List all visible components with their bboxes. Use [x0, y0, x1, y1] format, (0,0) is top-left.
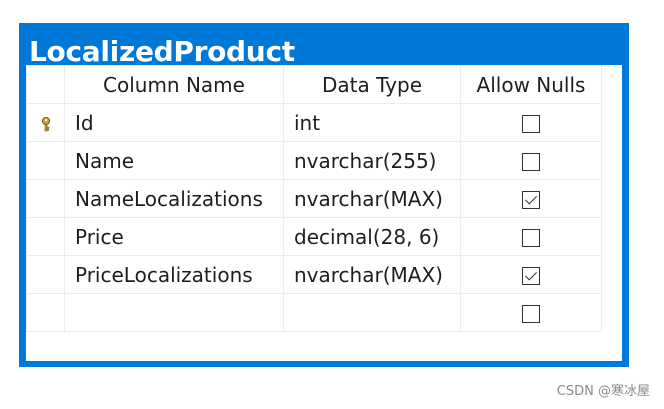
allow-nulls-header: Allow Nulls [460, 65, 602, 104]
allow-nulls-cell [460, 255, 602, 294]
allow-nulls-checkbox[interactable] [522, 153, 540, 171]
table-row[interactable]: PriceLocalizations nvarchar(MAX) [26, 255, 602, 294]
column-name-cell[interactable]: NameLocalizations [64, 179, 284, 218]
allow-nulls-cell [460, 141, 602, 180]
column-name-cell[interactable] [64, 293, 284, 332]
allow-nulls-checkbox[interactable] [522, 229, 540, 247]
allow-nulls-cell [460, 217, 602, 256]
allow-nulls-checkbox[interactable] [522, 191, 540, 209]
table-row[interactable] [26, 293, 602, 332]
column-name-cell[interactable]: Name [64, 141, 284, 180]
column-name-cell[interactable]: PriceLocalizations [64, 255, 284, 294]
data-type-cell[interactable]: nvarchar(MAX) [283, 179, 461, 218]
header-row: Column Name Data Type Allow Nulls [26, 65, 602, 104]
table-row[interactable]: NameLocalizations nvarchar(MAX) [26, 179, 602, 218]
row-selector[interactable] [26, 293, 65, 332]
allow-nulls-checkbox[interactable] [522, 267, 540, 285]
data-type-header: Data Type [283, 65, 461, 104]
allow-nulls-checkbox[interactable] [522, 305, 540, 323]
column-name-cell[interactable]: Id [64, 103, 284, 142]
table-row[interactable]: Id int [26, 103, 602, 142]
table-designer-window: LocalizedProduct Column Name Data Type A… [19, 23, 629, 367]
data-type-cell[interactable]: nvarchar(MAX) [283, 255, 461, 294]
allow-nulls-cell [460, 179, 602, 218]
grid-body: Id int Name nvarchar(255) NameLocalizations n… [26, 103, 602, 332]
column-grid: Column Name Data Type Allow Nulls Id int N… [26, 65, 602, 332]
key-icon [41, 116, 50, 132]
row-selector[interactable] [26, 217, 65, 256]
row-selector[interactable] [26, 255, 65, 294]
row-selector-header [26, 65, 65, 104]
column-name-header: Column Name [64, 65, 284, 104]
table-row[interactable]: Price decimal(28, 6) [26, 217, 602, 256]
table-row[interactable]: Name nvarchar(255) [26, 141, 602, 180]
row-selector[interactable] [26, 179, 65, 218]
data-type-cell[interactable]: int [283, 103, 461, 142]
page: LocalizedProduct Column Name Data Type A… [0, 0, 664, 409]
column-name-cell[interactable]: Price [64, 217, 284, 256]
column-grid-area: Column Name Data Type Allow Nulls Id int N… [26, 65, 622, 361]
row-selector[interactable] [26, 103, 65, 142]
allow-nulls-checkbox[interactable] [522, 115, 540, 133]
allow-nulls-cell [460, 293, 602, 332]
data-type-cell[interactable]: nvarchar(255) [283, 141, 461, 180]
row-selector[interactable] [26, 141, 65, 180]
data-type-cell[interactable] [283, 293, 461, 332]
data-type-cell[interactable]: decimal(28, 6) [283, 217, 461, 256]
allow-nulls-cell [460, 103, 602, 142]
watermark: CSDN @寒冰屋 [556, 384, 650, 399]
